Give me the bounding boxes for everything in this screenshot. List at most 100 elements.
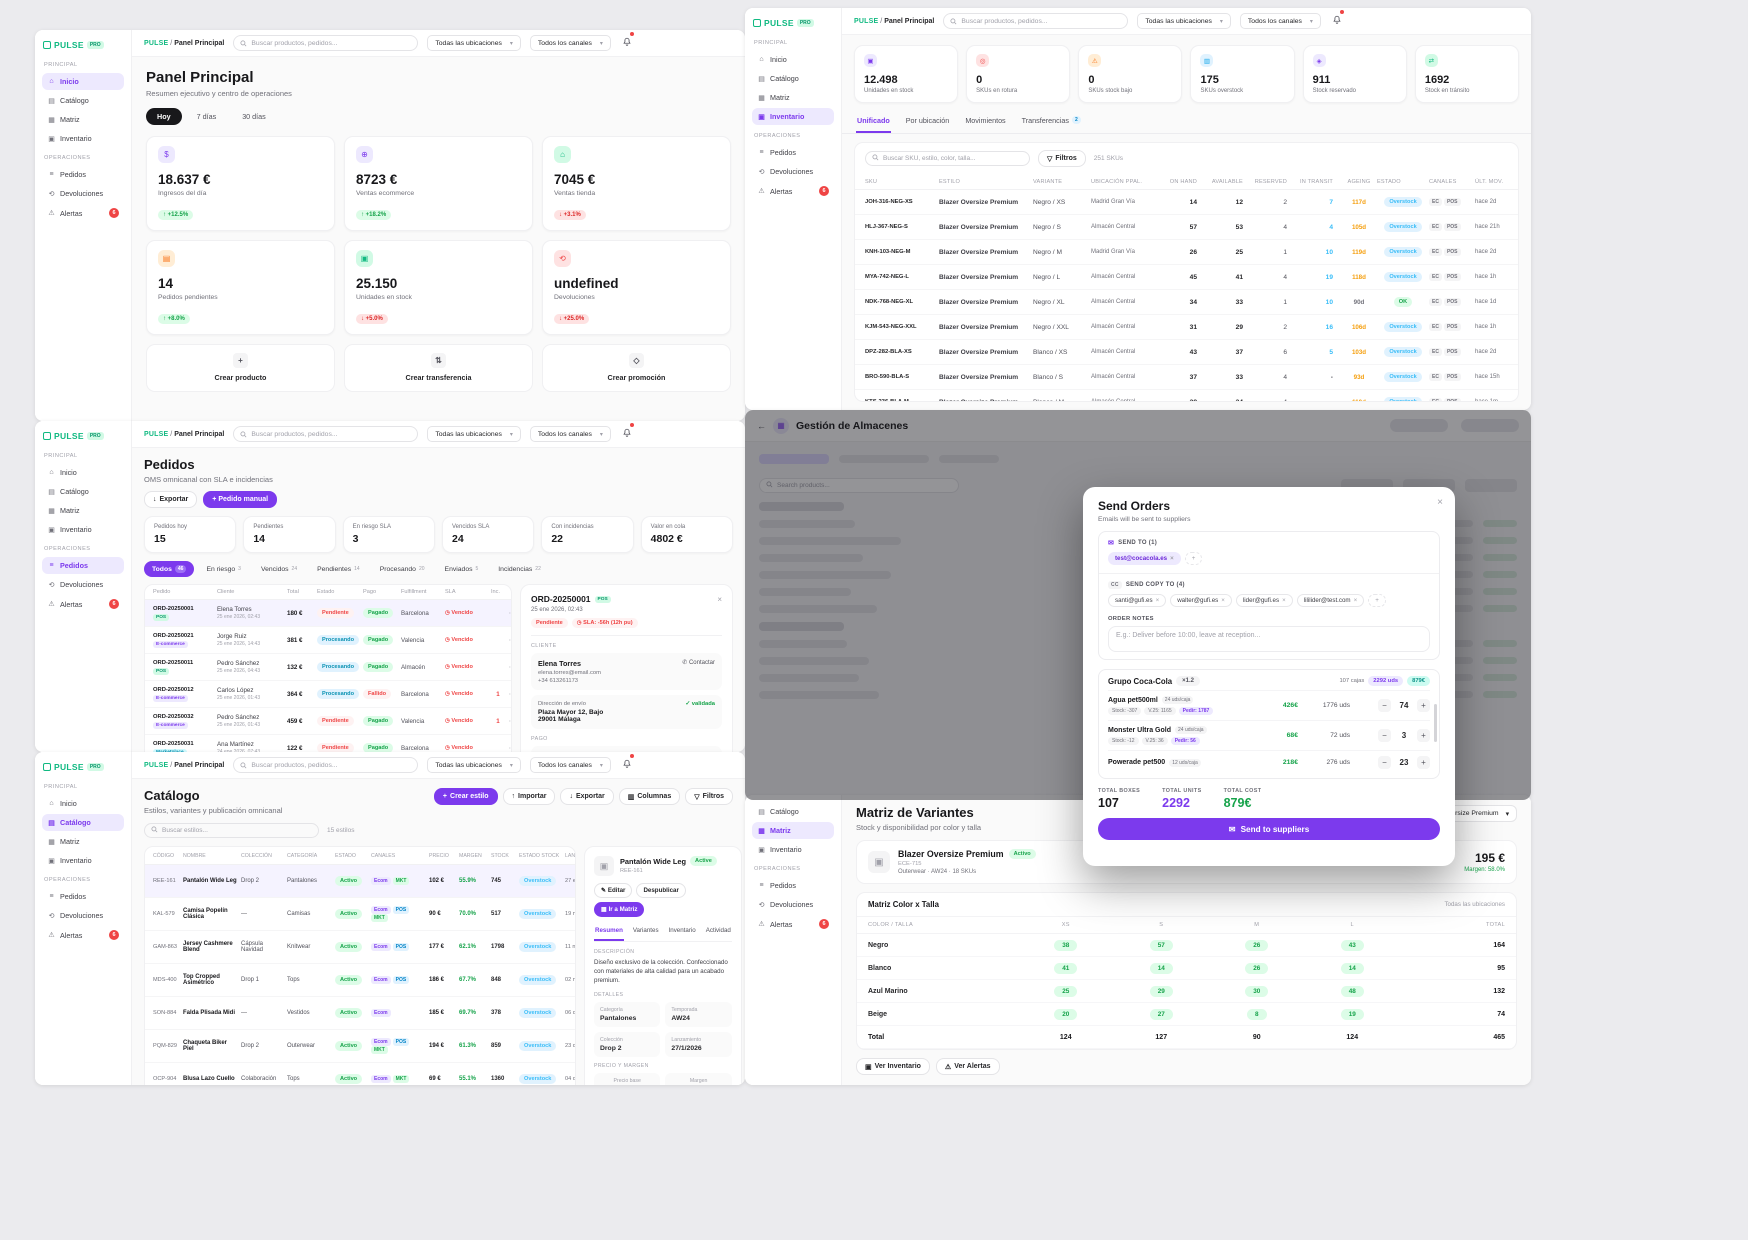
row-menu-icon[interactable]: ⋯ <box>505 610 512 617</box>
stock-cell[interactable]: 25 <box>1054 986 1077 997</box>
sidebar-item-catálogo[interactable]: ▤Catálogo <box>42 92 124 109</box>
row-menu-icon[interactable]: ⋯ <box>1517 273 1519 281</box>
sidebar-item-alertas[interactable]: ⚠Alertas6 <box>752 915 834 933</box>
stock-cell[interactable]: 20 <box>1054 1009 1077 1020</box>
contact-button[interactable]: ✆ Contactar <box>682 659 715 666</box>
notifications-bell-icon[interactable] <box>622 425 632 443</box>
stock-cell[interactable]: 19 <box>1341 1009 1364 1020</box>
filter-tab-procesando[interactable]: Procesando20 <box>372 562 433 577</box>
tab-transferencias[interactable]: Transferencias2 <box>1021 111 1082 133</box>
stock-cell[interactable]: 38 <box>1054 940 1077 951</box>
tab-unificado[interactable]: Unificado <box>856 111 891 133</box>
table-row[interactable]: BRO-590-BLA-SBlazer Oversize PremiumBlan… <box>855 365 1518 390</box>
manual-order-button[interactable]: + Pedido manual <box>203 491 277 508</box>
stock-cell[interactable]: 41 <box>1054 963 1077 974</box>
cc-chip[interactable]: lider@gufi.es× <box>1236 594 1293 607</box>
row-menu-icon[interactable]: ⋯ <box>505 691 512 698</box>
increase-qty-button[interactable]: + <box>1417 729 1430 742</box>
sidebar-item-pedidos[interactable]: ≡Pedidos <box>752 877 834 894</box>
import-button[interactable]: ↑Importar <box>503 788 556 805</box>
global-search-input[interactable]: Buscar productos, pedidos... <box>943 13 1128 29</box>
sidebar-item-inventario[interactable]: ▣Inventario <box>42 521 124 538</box>
style-row[interactable]: REE-161Pantalón Wide LegDrop 2Pantalones… <box>145 865 575 898</box>
send-to-suppliers-button[interactable]: ✉Send to suppliers <box>1098 818 1440 840</box>
row-menu-icon[interactable]: ⋯ <box>1517 248 1519 256</box>
catalog-search-input[interactable]: Buscar estilos... <box>144 823 319 838</box>
sidebar-item-inventario[interactable]: ▣Inventario <box>42 852 124 869</box>
sidebar-item-alertas[interactable]: ⚠Alertas6 <box>42 926 124 944</box>
row-menu-icon[interactable]: ⋯ <box>505 637 512 644</box>
remove-chip-icon[interactable]: × <box>1221 597 1225 604</box>
range-tab-7-días[interactable]: 7 días <box>186 108 228 125</box>
columns-button[interactable]: ▥Columnas <box>619 788 680 805</box>
cc-chip[interactable]: lililider@test.com× <box>1297 594 1364 607</box>
global-search-input[interactable]: Buscar productos, pedidos... <box>233 35 418 51</box>
export-button[interactable]: ↓Exportar <box>144 491 197 508</box>
sidebar-item-inicio[interactable]: ⌂Inicio <box>42 73 124 90</box>
filter-tab-en-riesgo[interactable]: En riesgo3 <box>198 562 249 577</box>
scrollbar[interactable] <box>1434 704 1437 742</box>
go-to-matrix-button[interactable]: ▦ Ir a Matriz <box>594 902 644 917</box>
style-row[interactable]: GAM-863Jersey Cashmere BlendCápsula Navi… <box>145 931 575 964</box>
sidebar-item-inicio[interactable]: ⌂Inicio <box>42 795 124 812</box>
channel-filter-select[interactable]: Todos los canales▾ <box>530 426 611 442</box>
detail-tab-variantes[interactable]: Variantes <box>632 924 660 941</box>
order-row[interactable]: ORD-20250011POSPedro Sánchez25 ene 2026,… <box>145 654 511 681</box>
row-menu-icon[interactable]: ⋯ <box>1517 298 1519 306</box>
remove-chip-icon[interactable]: × <box>1354 597 1358 604</box>
channel-filter-select[interactable]: Todos los canales▾ <box>1240 13 1321 29</box>
sidebar-item-matriz[interactable]: ▦Matriz <box>42 111 124 128</box>
stock-cell[interactable]: 27 <box>1150 1009 1173 1020</box>
unpublish-button[interactable]: Despublicar <box>636 883 685 898</box>
stock-cell[interactable]: 57 <box>1150 940 1173 951</box>
sidebar-item-devoluciones[interactable]: ⟲Devoluciones <box>752 163 834 180</box>
sidebar-item-catálogo[interactable]: ▤Catálogo <box>42 483 124 500</box>
table-row[interactable]: NDK-768-NEG-XLBlazer Oversize PremiumNeg… <box>855 290 1518 315</box>
row-menu-icon[interactable]: ⋯ <box>505 664 512 671</box>
row-menu-icon[interactable]: ⋯ <box>1517 398 1519 402</box>
decrease-qty-button[interactable]: − <box>1378 756 1391 769</box>
table-row[interactable]: KJM-543-NEG-XXLBlazer Oversize PremiumNe… <box>855 315 1518 340</box>
stock-cell[interactable]: 29 <box>1150 986 1173 997</box>
order-row[interactable]: ORD-20250032E-commercePedro Sánchez25 en… <box>145 708 511 735</box>
qty-value[interactable]: 23 <box>1396 758 1412 767</box>
stock-cell[interactable]: 26 <box>1245 963 1268 974</box>
crear-promoción-button[interactable]: ◇Crear promoción <box>542 344 731 392</box>
sidebar-item-matriz[interactable]: ▦Matriz <box>752 822 834 839</box>
stock-cell[interactable]: 8 <box>1247 1009 1267 1020</box>
style-row[interactable]: KAL-579Camisa Popelín Clásica—CamisasAct… <box>145 898 575 931</box>
qty-value[interactable]: 3 <box>1396 731 1412 740</box>
table-row[interactable]: DPZ-282-BLA-XSBlazer Oversize PremiumBla… <box>855 340 1518 365</box>
tab-movimientos[interactable]: Movimientos <box>964 111 1006 133</box>
detail-tab-inventario[interactable]: Inventario <box>668 924 697 941</box>
notifications-bell-icon[interactable] <box>1332 12 1342 30</box>
table-row[interactable]: JOH-316-NEG-XSBlazer Oversize PremiumNeg… <box>855 190 1518 215</box>
ver-inventario-button[interactable]: ▣Ver Inventario <box>856 1058 930 1075</box>
row-menu-icon[interactable]: ⋯ <box>1517 323 1519 331</box>
sidebar-item-alertas[interactable]: ⚠Alertas6 <box>42 204 124 222</box>
location-filter-select[interactable]: Todas las ubicaciones▾ <box>427 426 521 442</box>
style-row[interactable]: SON-884Falda Plisada Midi—VestidosActivo… <box>145 997 575 1030</box>
sidebar-item-catálogo[interactable]: ▤Catálogo <box>42 814 124 831</box>
export-button[interactable]: ↓Exportar <box>560 788 613 805</box>
style-row[interactable]: MDS-400Top Cropped AsimétricoDrop 1TopsA… <box>145 964 575 997</box>
row-menu-icon[interactable]: ⋯ <box>505 745 512 752</box>
sidebar-item-pedidos[interactable]: ≡Pedidos <box>42 888 124 905</box>
detail-tab-actividad[interactable]: Actividad <box>705 924 732 941</box>
notifications-bell-icon[interactable] <box>622 756 632 774</box>
row-menu-icon[interactable]: ⋯ <box>1517 348 1519 356</box>
recipient-chip[interactable]: test@cocacola.es× <box>1108 552 1181 565</box>
row-menu-icon[interactable]: ⋯ <box>1517 373 1519 381</box>
global-search-input[interactable]: Buscar productos, pedidos... <box>233 426 418 442</box>
remove-chip-icon[interactable]: × <box>1170 555 1174 562</box>
range-tab-30-días[interactable]: 30 días <box>231 108 277 125</box>
stock-cell[interactable]: 14 <box>1341 963 1364 974</box>
crear-producto-button[interactable]: +Crear producto <box>146 344 335 392</box>
edit-button[interactable]: ✎ Editar <box>594 883 632 898</box>
ver-alertas-button[interactable]: ⚠Ver Alertas <box>936 1058 1000 1075</box>
filter-tab-enviados[interactable]: Enviados5 <box>437 562 487 577</box>
order-row[interactable]: ORD-20250021E-commerceJorge Ruiz25 ene 2… <box>145 627 511 654</box>
sidebar-item-inventario[interactable]: ▣Inventario <box>752 841 834 858</box>
sidebar-item-inicio[interactable]: ⌂Inicio <box>752 51 834 68</box>
filters-button[interactable]: ▽Filtros <box>1038 150 1086 167</box>
